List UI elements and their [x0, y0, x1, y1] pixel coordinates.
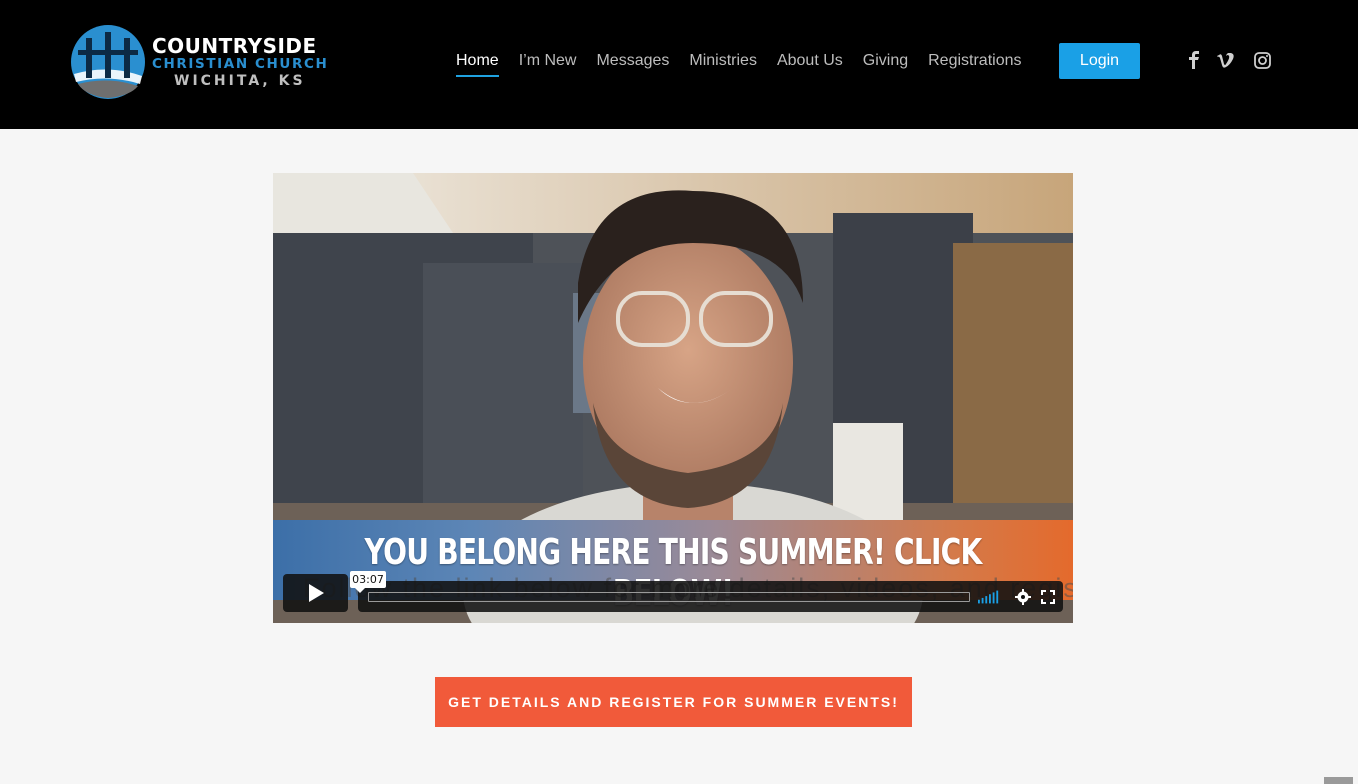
- register-summer-events-button[interactable]: GET DETAILS AND REGISTER FOR SUMMER EVEN…: [435, 677, 912, 727]
- logo-line-1: COUNTRYSIDE: [152, 33, 317, 58]
- play-button[interactable]: [283, 574, 348, 612]
- nav-item-registrations[interactable]: Registrations: [928, 50, 1021, 72]
- video-player[interactable]: YOU BELONG HERE THIS SUMMER! CLICK BELOW…: [273, 173, 1073, 623]
- video-controls: [358, 581, 1063, 612]
- main-nav: Home I’m New Messages Ministries About U…: [456, 50, 1042, 77]
- vimeo-icon[interactable]: [1215, 49, 1237, 71]
- church-logo[interactable]: COUNTRYSIDE CHRISTIAN CHURCH WICHITA, KS: [70, 24, 340, 100]
- instagram-icon[interactable]: [1251, 49, 1273, 71]
- settings-gear-icon[interactable]: [1012, 586, 1034, 608]
- scroll-to-top-button[interactable]: [1324, 777, 1353, 784]
- cross-logo-icon: [70, 24, 146, 100]
- nav-item-home[interactable]: Home: [456, 50, 499, 77]
- logo-line-3: WICHITA, KS: [174, 73, 306, 90]
- facebook-icon[interactable]: [1183, 49, 1205, 71]
- nav-item-ministries[interactable]: Ministries: [689, 50, 757, 72]
- fullscreen-icon[interactable]: [1037, 586, 1059, 608]
- nav-item-about-us[interactable]: About Us: [777, 50, 843, 72]
- nav-item-im-new[interactable]: I’m New: [519, 50, 577, 72]
- play-icon: [308, 584, 324, 602]
- site-header: COUNTRYSIDE CHRISTIAN CHURCH WICHITA, KS…: [0, 0, 1358, 129]
- logo-line-2: CHRISTIAN CHURCH: [152, 55, 329, 72]
- login-button[interactable]: Login: [1059, 43, 1140, 79]
- nav-item-giving[interactable]: Giving: [863, 50, 908, 72]
- logo-wordmark: COUNTRYSIDE CHRISTIAN CHURCH WICHITA, KS: [152, 36, 328, 89]
- video-progress-bar[interactable]: [368, 592, 970, 602]
- volume-icon[interactable]: [978, 586, 1000, 608]
- nav-item-messages[interactable]: Messages: [596, 50, 669, 72]
- time-tooltip: 03:07: [350, 571, 386, 593]
